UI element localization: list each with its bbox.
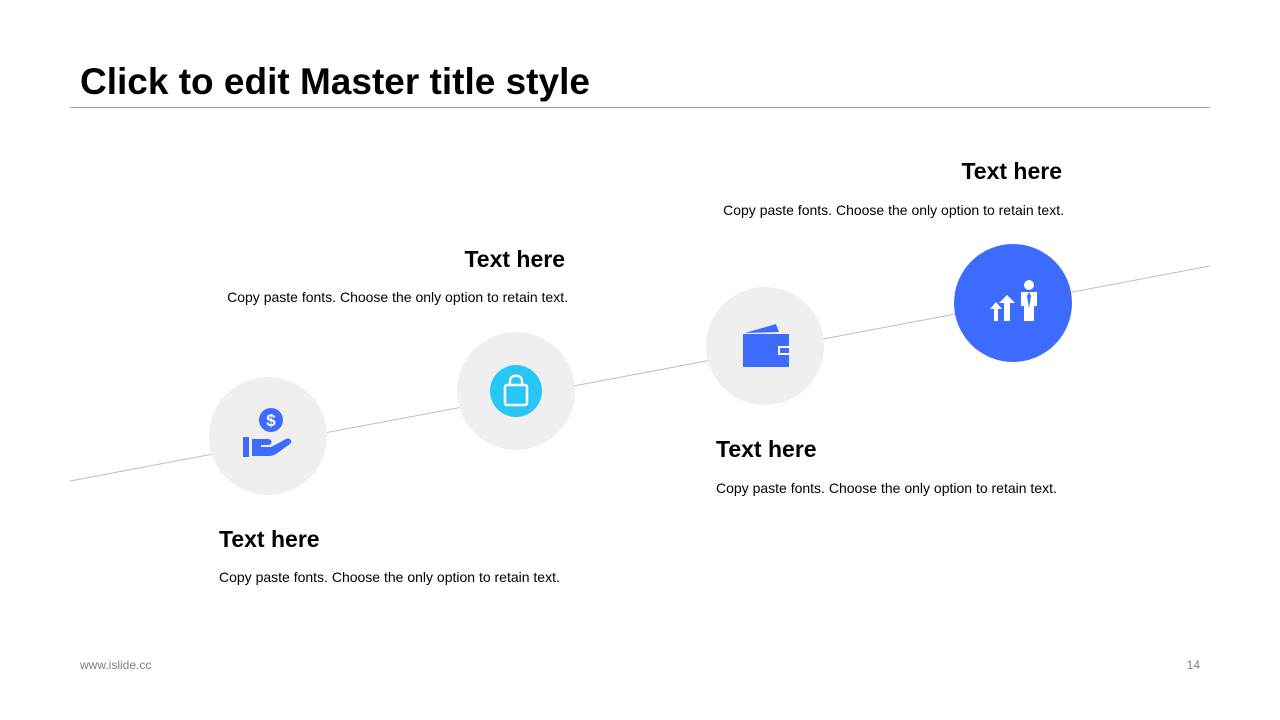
step-1-heading: Text here — [219, 526, 320, 552]
step-4-node — [954, 244, 1072, 362]
step-2-description: Copy paste fonts. Choose the only option… — [227, 289, 568, 305]
step-3-node — [706, 287, 824, 405]
step-4-heading: Text here — [961, 158, 1062, 184]
step-3-heading: Text here — [716, 436, 817, 462]
timeline-connector-line — [69, 265, 1211, 482]
step-1-description: Copy paste fonts. Choose the only option… — [219, 569, 560, 585]
step-4-description: Copy paste fonts. Choose the only option… — [723, 202, 1064, 218]
wallet-icon — [743, 324, 789, 367]
svg-text:$: $ — [266, 411, 276, 430]
shopping-bag-icon — [490, 365, 542, 417]
step-3-description: Copy paste fonts. Choose the only option… — [716, 480, 1057, 496]
step-2-heading: Text here — [464, 246, 565, 272]
money-hand-icon: $ — [243, 408, 292, 457]
footer-url: www.islide.cc — [80, 658, 152, 672]
growth-businessman-icon — [990, 280, 1037, 321]
page-number: 14 — [1186, 658, 1200, 672]
step-1-node: $ — [209, 377, 327, 495]
step-2-node — [457, 332, 575, 450]
